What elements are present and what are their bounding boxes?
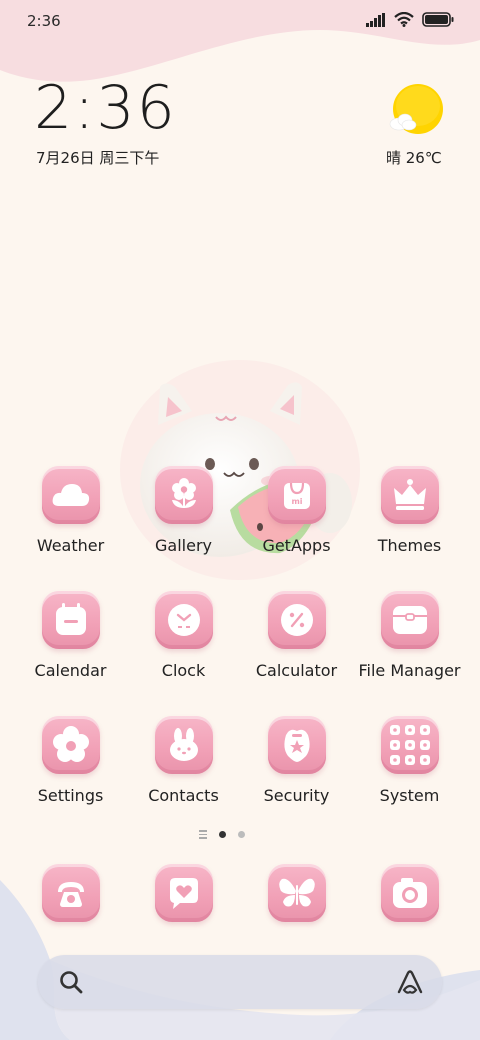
- search-icon[interactable]: [58, 969, 84, 995]
- weather-widget-text[interactable]: 晴 26℃: [386, 147, 442, 168]
- dock-butterfly-app[interactable]: [240, 864, 353, 922]
- status-icons: [366, 12, 454, 27]
- phone-icon: [41, 864, 100, 922]
- page-indicator[interactable]: [199, 830, 245, 839]
- app-gallery[interactable]: Gallery: [127, 466, 240, 555]
- shield-icon: [267, 716, 326, 774]
- folder-icon: [380, 591, 439, 649]
- app-system-folder[interactable]: System: [353, 716, 466, 805]
- status-bar: 2:36: [0, 0, 480, 42]
- flower-icon: [154, 466, 213, 524]
- app-getapps[interactable]: mi GetApps: [240, 466, 353, 555]
- bunny-icon: [154, 716, 213, 774]
- app-contacts[interactable]: Contacts: [127, 716, 240, 805]
- camera-icon: [380, 864, 439, 922]
- app-drawer-indicator-icon: [199, 830, 207, 839]
- message-heart-icon: [154, 864, 213, 922]
- app-label: Themes: [377, 536, 442, 555]
- app-label: Weather: [36, 536, 105, 555]
- page-dot: [238, 830, 245, 838]
- cloud-icon: [41, 466, 100, 524]
- app-clock[interactable]: Clock: [127, 591, 240, 680]
- clock-widget-date[interactable]: 7月26日 周三下午: [36, 147, 159, 168]
- app-label: Settings: [37, 786, 104, 805]
- sun-cloud-icon[interactable]: [389, 84, 445, 136]
- app-label: Gallery: [155, 536, 212, 555]
- app-label: Calendar: [34, 661, 107, 680]
- butterfly-icon: [267, 864, 326, 922]
- app-weather[interactable]: Weather: [14, 466, 127, 555]
- page-dot-current: [219, 830, 226, 838]
- app-file-manager[interactable]: File Manager: [353, 591, 466, 680]
- flower-gear-icon: [41, 716, 100, 774]
- clock-widget-time[interactable]: 2:36: [34, 78, 177, 138]
- dock-phone[interactable]: [14, 864, 127, 922]
- app-label: File Manager: [358, 661, 461, 680]
- status-time: 2:36: [27, 12, 61, 30]
- calendar-icon: [41, 591, 100, 649]
- dock-camera[interactable]: [353, 864, 466, 922]
- app-calendar[interactable]: Calendar: [14, 591, 127, 680]
- app-settings[interactable]: Settings: [14, 716, 127, 805]
- app-label: Calculator: [255, 661, 338, 680]
- app-label: Security: [263, 786, 330, 805]
- app-label: Clock: [161, 661, 206, 680]
- grid-icon: [380, 716, 439, 774]
- app-calculator[interactable]: Calculator: [240, 591, 353, 680]
- clock-icon: [154, 591, 213, 649]
- home-search-bar[interactable]: [38, 955, 442, 1009]
- dock-messages[interactable]: [127, 864, 240, 922]
- app-label: System: [379, 786, 440, 805]
- battery-icon: [422, 12, 454, 27]
- home-screen: 2:36 2:36 7月26日 周三下午 晴 26℃ Weather Galle…: [0, 0, 480, 1040]
- svg-text:mi: mi: [291, 497, 302, 506]
- calculator-icon: [267, 591, 326, 649]
- app-themes[interactable]: Themes: [353, 466, 466, 555]
- wifi-icon: [394, 12, 414, 27]
- signal-icon: [366, 12, 385, 27]
- assistant-icon[interactable]: [396, 968, 424, 996]
- app-security[interactable]: Security: [240, 716, 353, 805]
- shopping-bag-icon: mi: [267, 466, 326, 524]
- app-label: GetApps: [262, 536, 331, 555]
- crown-icon: [380, 466, 439, 524]
- app-label: Contacts: [148, 786, 219, 805]
